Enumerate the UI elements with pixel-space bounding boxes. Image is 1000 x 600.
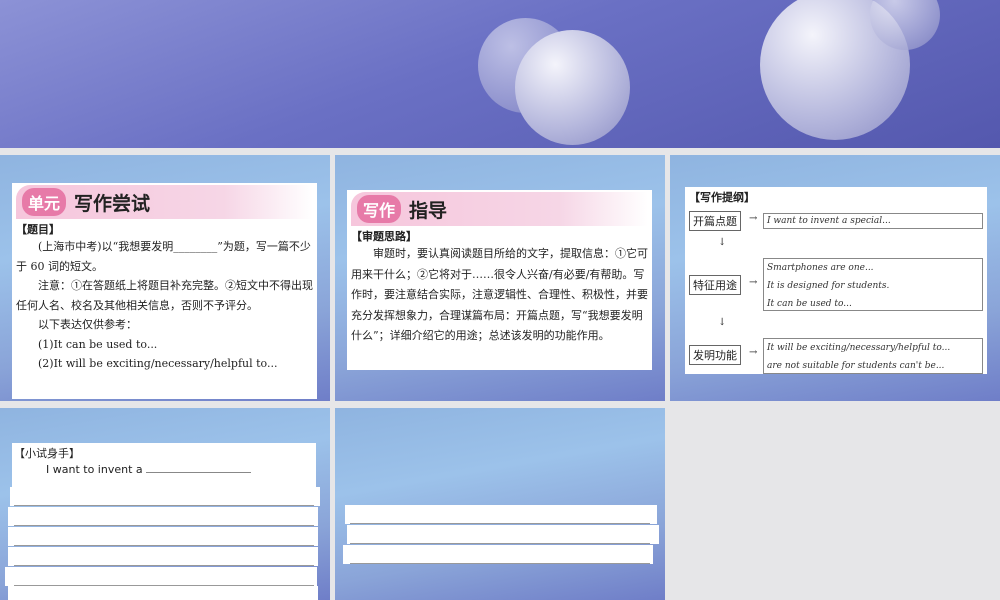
arrow-right-icon: → [749, 347, 758, 358]
slide-header: 写作 指导 [351, 192, 648, 226]
reference-item: (2)It will be exciting/necessary/helpful… [38, 357, 278, 370]
writing-line[interactable] [14, 545, 314, 546]
section-heading: 【小试身手】 [14, 447, 80, 460]
slide-writing-guide[interactable]: 写作 指导 【审题思路】 审题时，要认真阅读题目所给的文字，提取信息：①它可用来… [335, 155, 665, 401]
prompt-text: I want to invent a [46, 463, 143, 476]
practice-prompt: I want to invent a [12, 463, 316, 476]
prompt-text: (上海市中考)以“我想要发明________”为题，写一篇不少于 60 词的短文… [16, 240, 311, 273]
writing-line[interactable] [14, 505, 314, 506]
section-heading: 【题目】 [16, 223, 60, 236]
writing-line[interactable] [14, 525, 314, 526]
notice-text: 注意：①在答题纸上将题目补充完整。②短文中不得出现任何人名、校名及其他相关信息，… [16, 279, 313, 312]
slide-title: 指导 [409, 199, 448, 222]
slide-header: 单元 写作尝试 [16, 185, 313, 219]
writing-line[interactable] [350, 543, 650, 544]
outline-label-opening: 开篇点题 [689, 211, 741, 231]
outline-line: It is designed for students. [767, 281, 890, 291]
unit-tag: 单元 [22, 188, 67, 216]
guide-tag: 写作 [357, 195, 402, 223]
outline-label-function: 发明功能 [689, 345, 741, 365]
slide-writing-attempt[interactable]: 单元 写作尝试 【题目】 (上海市中考)以“我想要发明________”为题，写… [0, 155, 330, 401]
reference-item: (1)It can be used to... [38, 337, 158, 351]
outline-line: I want to invent a special... [767, 216, 891, 226]
guide-text: 审题时，要认真阅读题目所给的文字，提取信息：①它可用来干什么；②它将对于……很令… [351, 247, 648, 342]
writing-line[interactable] [350, 563, 650, 564]
slide-practice-continued[interactable] [335, 408, 665, 600]
slide-outline[interactable]: 【写作提纲】 开篇点题 → I want to invent a special… [670, 155, 1000, 401]
arrow-down-icon: ↓ [718, 237, 727, 248]
outline-line: are not suitable for students can't be..… [767, 361, 945, 371]
decor-sphere [515, 30, 630, 145]
outline-line: It will be exciting/necessary/helpful to… [767, 343, 951, 353]
title-banner [0, 0, 1000, 148]
reference-intro: 以下表达仅供参考： [38, 318, 137, 331]
outline-line: Smartphones are one... [767, 263, 874, 273]
arrow-down-icon: ↓ [718, 317, 727, 328]
outline-line: It can be used to... [767, 299, 852, 309]
section-heading: 【审题思路】 [351, 230, 417, 243]
arrow-right-icon: → [749, 277, 758, 288]
section-heading: 【写作提纲】 [689, 191, 755, 204]
arrow-right-icon: → [749, 213, 758, 224]
slide-practice[interactable]: 【小试身手】 I want to invent a [0, 408, 330, 600]
writing-line[interactable] [14, 585, 314, 586]
outline-label-features: 特征用途 [689, 275, 741, 295]
writing-line[interactable] [14, 565, 314, 566]
answer-blank[interactable] [146, 472, 252, 473]
writing-line[interactable] [350, 523, 650, 524]
slide-title: 写作尝试 [74, 192, 151, 215]
